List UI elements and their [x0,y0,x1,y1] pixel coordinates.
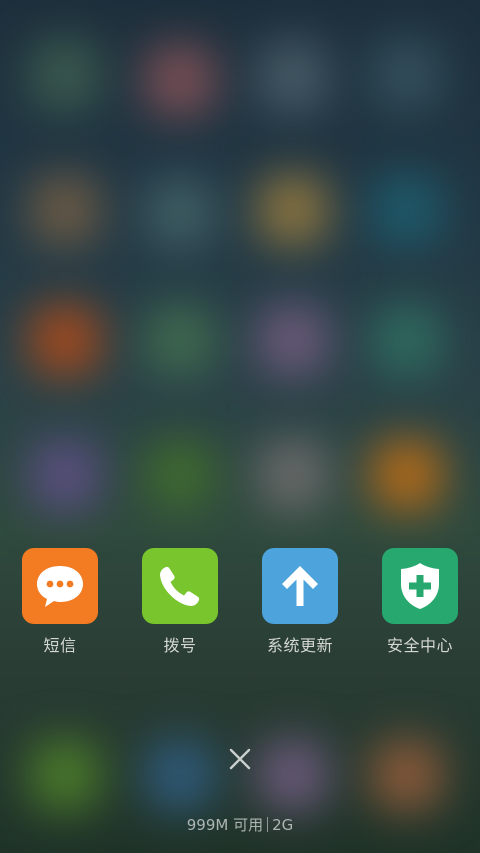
app-label: 安全中心 [386,636,453,655]
shield-plus-icon [401,563,439,609]
memory-status: 999M 可用 2G [0,814,480,835]
clear-recents-button[interactable] [226,745,254,773]
app-label: 短信 [43,636,77,655]
app-label: 系统更新 [266,636,333,655]
recent-app-messages[interactable]: 短信 [10,548,110,656]
app-label: 拨号 [163,636,197,655]
app-icon-tile [142,548,218,624]
app-icon-tile [262,548,338,624]
up-arrow-icon [282,566,318,606]
memory-available: 999M 可用 [186,816,264,834]
app-icon-tile [382,548,458,624]
recents-screen: 短信 拨号 系统更新 安全中心 999M 可用 2G [0,0,480,853]
memory-total: 2G [272,816,294,834]
recent-app-dialer[interactable]: 拨号 [130,548,230,656]
memory-divider [267,817,269,832]
blurred-home-background [0,0,480,853]
recent-app-security-center[interactable]: 安全中心 [370,548,470,656]
recent-app-system-update[interactable]: 系统更新 [250,548,350,656]
message-bubble-icon [37,566,83,607]
app-icon-tile [22,548,98,624]
phone-icon [160,566,200,606]
recent-apps-tray: 短信 拨号 系统更新 安全中心 [0,548,480,658]
close-icon [229,748,251,770]
